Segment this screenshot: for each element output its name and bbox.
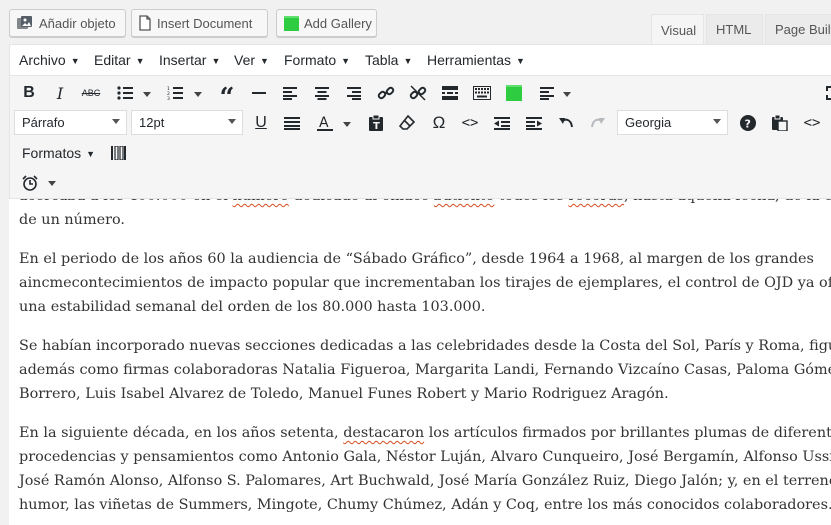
- document-icon: [138, 15, 152, 31]
- media-buttons-row: Añadir objeto Insert Document Add Galler…: [0, 0, 831, 45]
- formats-menu[interactable]: Formatos ▼: [22, 145, 95, 161]
- tab-html[interactable]: HTML: [706, 14, 763, 44]
- undo-icon[interactable]: [553, 110, 579, 136]
- insert-document-button[interactable]: Insert Document: [131, 9, 268, 37]
- special-character-icon[interactable]: Ω: [426, 110, 452, 136]
- font-size-value: 12pt: [139, 115, 165, 130]
- line: además como firmas colaboradoras Natalia…: [19, 362, 831, 378]
- justify-icon[interactable]: [279, 110, 305, 136]
- menu-bar: Archivo ▼ Editar ▼ Insertar ▼ Ver ▼ Formato ▼…: [10, 45, 831, 76]
- line: procedencias y pensamientos como Antonio…: [19, 449, 831, 465]
- bullet-list-dropdown-icon[interactable]: [143, 92, 151, 97]
- line: de un número.: [19, 212, 125, 228]
- add-media-label: Añadir objeto: [39, 15, 116, 31]
- paste-text-icon[interactable]: T: [363, 110, 389, 136]
- gallery-icon: [284, 15, 299, 31]
- blockquote-icon[interactable]: “: [214, 80, 240, 111]
- text-align-dropdown-icon[interactable]: [534, 80, 560, 106]
- code-icon[interactable]: <>: [457, 110, 483, 136]
- redo-icon[interactable]: [585, 110, 611, 136]
- line: humor, las viñetas de Summers, Mingote, …: [19, 497, 831, 513]
- outdent-icon[interactable]: [489, 110, 515, 136]
- line: una estabilidad semanal del orden de los…: [19, 299, 486, 315]
- line: acercaba a los 400.000 en el número dedi…: [19, 199, 831, 204]
- clear-formatting-icon[interactable]: [394, 110, 420, 136]
- menu-herramientas[interactable]: Herramientas ▼: [427, 52, 525, 68]
- tab-visual[interactable]: Visual: [651, 14, 704, 45]
- tab-visual-label: Visual: [661, 22, 697, 38]
- timer-dropdown-icon[interactable]: [48, 181, 56, 186]
- gallery-toolbar-icon[interactable]: [501, 80, 527, 106]
- insert-document-label: Insert Document: [157, 15, 253, 31]
- menu-insertar[interactable]: Insertar ▼: [159, 52, 220, 68]
- svg-text:?: ?: [745, 118, 751, 131]
- tab-page-builder[interactable]: Page Builder: [765, 14, 831, 44]
- svg-text:A: A: [319, 115, 329, 131]
- italic-icon[interactable]: I: [47, 80, 73, 106]
- editor-toolbar: Archivo ▼ Editar ▼ Insertar ▼ Ver ▼ Formato ▼…: [9, 44, 831, 199]
- paragraph: Se habían incorporado nuevas secciones d…: [19, 334, 831, 406]
- add-gallery-button[interactable]: Add Gallery: [276, 9, 377, 37]
- underline-icon[interactable]: U: [248, 110, 274, 136]
- read-more-icon[interactable]: [437, 80, 463, 106]
- align-left-icon[interactable]: [277, 80, 303, 106]
- menu-ver[interactable]: Ver ▼: [234, 52, 269, 68]
- insert-link-icon[interactable]: [373, 80, 399, 106]
- source-code-icon[interactable]: <>: [799, 110, 825, 136]
- text-color-icon[interactable]: A: [312, 110, 338, 136]
- media-icon: [16, 15, 34, 31]
- line: En la siguiente década, en los años sete…: [19, 425, 831, 441]
- add-media-button[interactable]: Añadir objeto: [9, 9, 126, 37]
- menu-archivo[interactable]: Archivo ▼: [19, 52, 80, 68]
- menu-editar[interactable]: Editar ▼: [94, 52, 145, 68]
- paste-icon[interactable]: [767, 110, 793, 136]
- paragraph: En la siguiente década, en los años sete…: [19, 421, 831, 517]
- toolbar-toggle-icon[interactable]: [469, 80, 495, 106]
- fullscreen-icon[interactable]: [820, 80, 831, 106]
- menu-formato[interactable]: Formato ▼: [284, 52, 350, 68]
- paragraph: En el periodo de los años 60 la audienci…: [19, 247, 831, 319]
- indent-icon[interactable]: [521, 110, 547, 136]
- font-family-value: Georgia: [625, 115, 672, 130]
- strikethrough-icon[interactable]: ABC: [78, 80, 104, 106]
- add-gallery-label: Add Gallery: [304, 15, 372, 31]
- numbered-list-dropdown-icon[interactable]: [194, 92, 202, 97]
- text-color-dropdown-icon[interactable]: [343, 122, 351, 127]
- editor-content[interactable]: acercaba a los 400.000 en el número dedi…: [9, 199, 831, 525]
- line: aincmecontecimientos de impacto popular …: [19, 275, 831, 291]
- font-size-select[interactable]: 12pt: [131, 110, 243, 135]
- horizontal-line-icon[interactable]: [246, 80, 272, 106]
- line: En el periodo de los años 60 la audienci…: [19, 251, 814, 267]
- bold-icon[interactable]: B: [16, 80, 42, 106]
- line: José Ramón Alonso, Alfonso S. Palomares,…: [19, 473, 831, 489]
- align-center-icon[interactable]: [309, 80, 335, 106]
- line: Borrero, Luis Isabel Alvarez de Toledo, …: [19, 386, 669, 402]
- block-format-select[interactable]: Párrafo: [14, 110, 127, 135]
- menu-tabla[interactable]: Tabla ▼: [365, 52, 412, 68]
- block-format-value: Párrafo: [22, 115, 65, 130]
- line: Se habían incorporado nuevas secciones d…: [19, 338, 831, 354]
- svg-text:T: T: [373, 121, 380, 131]
- font-family-select[interactable]: Georgia: [617, 110, 728, 135]
- columns-icon[interactable]: [105, 140, 131, 166]
- timer-icon[interactable]: [17, 170, 43, 196]
- editor-text: acercaba a los 400.000 en el número dedi…: [19, 199, 831, 525]
- bullet-list-icon[interactable]: [112, 80, 138, 106]
- tab-page-builder-label: Page Builder: [775, 22, 831, 37]
- paragraph: acercaba a los 400.000 en el número dedi…: [19, 199, 831, 232]
- svg-text:3: 3: [167, 96, 170, 100]
- text-align-caret-icon[interactable]: [563, 92, 571, 97]
- tab-html-label: HTML: [716, 22, 752, 37]
- numbered-list-icon[interactable]: 123: [162, 80, 188, 106]
- help-icon[interactable]: ?: [735, 110, 761, 136]
- unlink-icon[interactable]: [405, 80, 431, 106]
- align-right-icon[interactable]: [341, 80, 367, 106]
